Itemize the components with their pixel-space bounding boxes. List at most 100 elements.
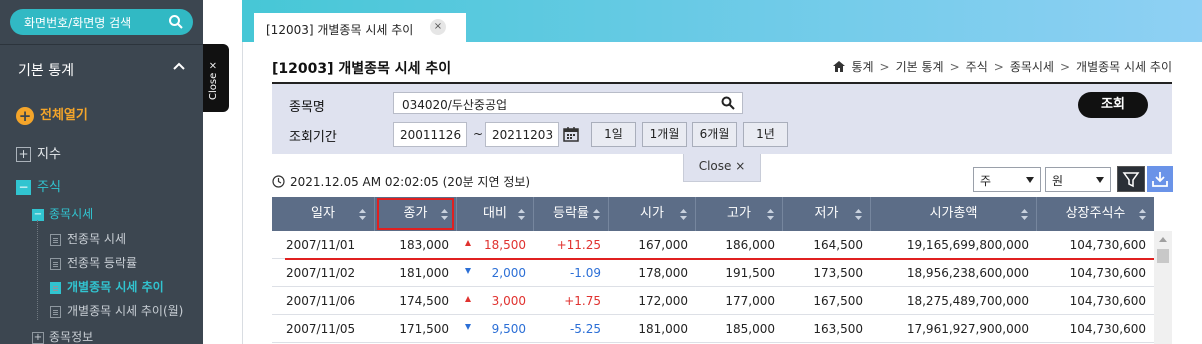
- end-date-field[interactable]: 20211203: [485, 122, 559, 147]
- up-arrow-icon: [465, 240, 471, 246]
- chevron-up-icon[interactable]: [173, 61, 185, 71]
- search-icon[interactable]: [721, 96, 735, 110]
- home-icon[interactable]: [833, 61, 846, 72]
- period-6month-button[interactable]: 6개월: [692, 122, 737, 147]
- sidebar-item-stock[interactable]: − 주식: [16, 176, 61, 195]
- filter-button[interactable]: [1117, 166, 1145, 192]
- expand-box-icon: +: [16, 147, 31, 162]
- cell-change-value: 18,500: [484, 238, 526, 252]
- sidebar-item-stock-price-label: 종목시세: [49, 207, 94, 221]
- tab-close-icon[interactable]: ×: [430, 19, 446, 35]
- table-row[interactable]: 2007/11/06 174,500 3,000 +1.75 172,000 1…: [272, 287, 1154, 315]
- sidebar-item-stock-label: 주식: [37, 180, 61, 195]
- calendar-icon[interactable]: [563, 126, 579, 142]
- col-header-market-cap[interactable]: 시가총액: [871, 197, 1037, 231]
- period-1year-button[interactable]: 1년: [743, 122, 788, 147]
- col-header-change[interactable]: 대비: [457, 197, 534, 231]
- expand-all-label: 전체열기: [40, 108, 88, 123]
- cell-change: 3,000: [457, 287, 534, 315]
- sidebar-section-title: 기본 통계: [18, 63, 74, 79]
- sidebar-sub-all-rates[interactable]: 전종목 등락률: [50, 254, 137, 271]
- cell-close: 183,000: [399, 238, 449, 252]
- sidebar-sub-individual-trend-monthly[interactable]: 개별종목 시세 추이(월): [50, 302, 183, 319]
- cell-change: 9,500: [457, 315, 534, 343]
- table-row[interactable]: 2007/11/05 171,500 9,500 -5.25 181,000 1…: [272, 315, 1154, 343]
- table-row[interactable]: 2007/11/01 183,000 18,500 +11.25 167,000…: [272, 231, 1154, 259]
- breadcrumb-separator: >: [879, 60, 890, 74]
- document-icon: [50, 281, 61, 294]
- col-header-rate[interactable]: 등락률: [534, 197, 609, 231]
- sidebar-sub-label: 개별종목 시세 추이: [67, 280, 164, 294]
- col-header-label: 종가: [403, 206, 428, 221]
- sort-icon: [1139, 209, 1146, 220]
- cell-market-cap: 18,956,238,600,000: [906, 266, 1029, 280]
- sidebar-item-stock-info[interactable]: + 종목정보: [32, 328, 93, 344]
- tab-12003[interactable]: [12003] 개별종목 시세 추이 ×: [254, 13, 466, 43]
- cell-date: 2007/11/05: [286, 322, 356, 336]
- scroll-thumb[interactable]: [1157, 249, 1169, 263]
- period-1month-button[interactable]: 1개월: [642, 122, 687, 147]
- period-select[interactable]: 주: [973, 167, 1041, 192]
- sidebar-sub-all-prices[interactable]: 전종목 시세: [50, 230, 126, 247]
- sort-icon: [593, 209, 600, 220]
- expand-all-button[interactable]: + 전체열기: [16, 104, 88, 125]
- cell-low: 167,500: [813, 294, 863, 308]
- cell-low: 163,500: [813, 322, 863, 336]
- table-row[interactable]: 2007/11/02 181,000 2,000 -1.09 178,000 1…: [272, 259, 1154, 287]
- col-header-date[interactable]: 일자: [272, 197, 375, 231]
- cell-rate: -1.09: [569, 266, 601, 280]
- col-header-low[interactable]: 저가: [783, 197, 871, 231]
- sidebar-section-header[interactable]: 기본 통계: [0, 45, 203, 89]
- sidebar-item-stock-price[interactable]: − 종목시세: [32, 205, 93, 222]
- col-header-open[interactable]: 시가: [609, 197, 696, 231]
- sidebar-item-index[interactable]: + 지수: [16, 143, 61, 162]
- breadcrumb-item[interactable]: 종목시세: [1010, 60, 1054, 74]
- col-header-label: 시가총액: [929, 206, 978, 221]
- cell-listed-shares: 104,730,600: [1069, 294, 1146, 308]
- period-1day-button[interactable]: 1일: [591, 122, 636, 147]
- scroll-up-arrow-icon[interactable]: [1159, 237, 1167, 242]
- cell-listed-shares: 104,730,600: [1069, 322, 1146, 336]
- date-range-separator: ~: [473, 127, 484, 141]
- sidebar-sub-individual-trend[interactable]: 개별종목 시세 추이: [50, 278, 164, 295]
- query-button[interactable]: 조회: [1078, 92, 1148, 118]
- period-select-value: 주: [980, 174, 992, 188]
- breadcrumb-item[interactable]: 기본 통계: [896, 60, 944, 74]
- dropdown-arrow-icon: [1096, 177, 1104, 183]
- breadcrumb-item[interactable]: 주식: [966, 60, 988, 74]
- unit-select-value: 원: [1052, 174, 1064, 188]
- cell-rate: +1.75: [564, 294, 601, 308]
- table-header: 일자 종가 대비 등락률 시가 고가 저가 시가총액 상장주식수: [272, 197, 1154, 231]
- sort-icon: [767, 209, 774, 220]
- down-arrow-icon: [465, 324, 471, 330]
- download-button[interactable]: [1147, 166, 1173, 192]
- breadcrumb-separator: >: [1059, 60, 1071, 74]
- cell-open: 181,000: [638, 322, 688, 336]
- breadcrumb-separator: >: [949, 60, 960, 74]
- menu-search-box[interactable]: 화면번호/화면명 검색: [10, 9, 193, 35]
- dropdown-arrow-icon: [1026, 177, 1034, 183]
- col-header-listed-shares[interactable]: 상장주식수: [1037, 197, 1154, 231]
- up-arrow-icon: [465, 296, 471, 302]
- col-header-high[interactable]: 고가: [696, 197, 783, 231]
- col-header-label: 상장주식수: [1065, 206, 1126, 221]
- sidebar-item-index-label: 지수: [37, 147, 61, 162]
- start-date-field[interactable]: 20011126: [393, 122, 467, 147]
- plus-circle-icon: +: [16, 106, 34, 125]
- expand-box-icon: +: [32, 331, 44, 344]
- cell-low: 173,500: [813, 266, 863, 280]
- col-header-close[interactable]: 종가: [375, 197, 457, 231]
- cell-close: 174,500: [399, 294, 449, 308]
- cell-change: 18,500: [457, 231, 534, 259]
- breadcrumb-item[interactable]: 통계: [851, 60, 873, 74]
- annotation-underline: [285, 258, 1165, 260]
- col-header-label: 일자: [311, 206, 335, 221]
- search-icon[interactable]: [168, 14, 184, 30]
- clock-icon: [272, 175, 285, 188]
- stock-name-field[interactable]: 034020/두산중공업: [393, 92, 743, 114]
- sidebar-close-tab[interactable]: Close ×: [203, 44, 229, 112]
- filter-close-button[interactable]: Close ×: [683, 154, 761, 182]
- table-scrollbar[interactable]: [1154, 231, 1172, 344]
- cell-high: 191,500: [725, 266, 775, 280]
- unit-select[interactable]: 원: [1045, 167, 1111, 192]
